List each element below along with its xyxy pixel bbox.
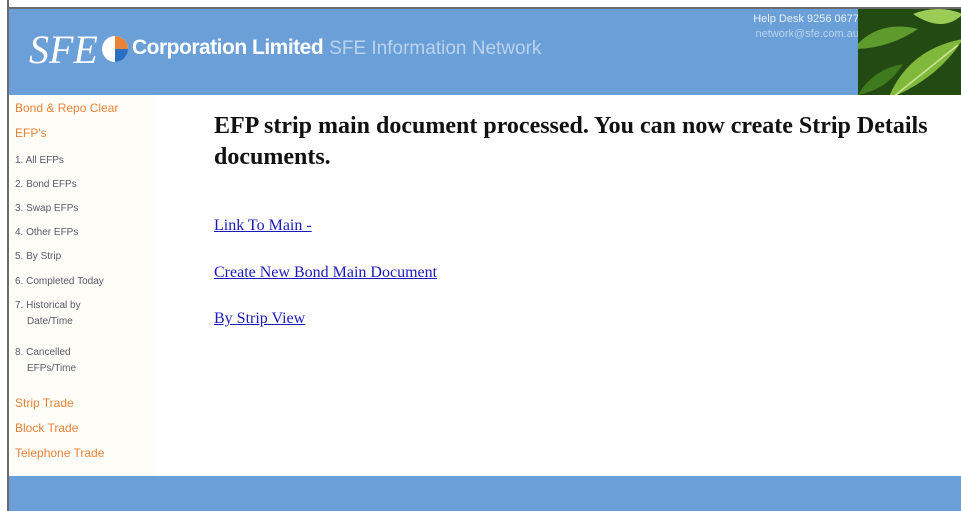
site-header: SFE Corporation Limited SFE Information N… [9,9,961,95]
nav-other-efps[interactable]: 4. Other EFPs [15,225,78,241]
nav-by-strip[interactable]: 5. By Strip [15,249,61,265]
footer-bar [9,476,961,511]
nav-cancelled-line1: 8. Cancelled [15,347,71,358]
brand-mark: SFE [29,27,98,72]
nav-efps[interactable]: EFP's [15,126,47,140]
sfe-logo: SFE [27,23,133,73]
frame-left [0,0,9,511]
helpdesk-phone: Help Desk 9256 0677 [753,13,859,25]
sidebar-nav: Bond & Repo Clear EFP's 1. All EFPs 2. B… [9,95,154,475]
nav-telephone-trade[interactable]: Telephone Trade [15,446,104,460]
nav-block-trade[interactable]: Block Trade [15,421,78,435]
nav-historical[interactable]: 7. Historical by Date/Time [15,298,81,330]
helpdesk-email[interactable]: network@sfe.com.au [709,27,860,42]
nav-all-efps[interactable]: 1. All EFPs [15,153,64,169]
nav-bond-efps[interactable]: 2. Bond EFPs [15,177,77,193]
main-content: EFP strip main document processed. You c… [154,95,961,475]
link-to-main[interactable]: Link To Main - [214,217,312,235]
nav-cancelled[interactable]: 8. Cancelled EFPs/Time [15,345,76,377]
nav-completed-today[interactable]: 6. Completed Today [15,274,104,290]
leaf-photo [858,9,961,95]
company-name: Corporation Limited [132,36,324,59]
create-new-bond-link[interactable]: Create New Bond Main Document [214,264,437,282]
browser-frame: SFE Corporation Limited SFE Information N… [0,0,961,511]
nav-historical-line1: 7. Historical by [15,300,81,311]
helpdesk-info: Help Desk 9256 0677 network@sfe.com.au [709,12,859,42]
site-title: Corporation Limited SFE Information Netwo… [132,36,541,60]
nav-strip-trade[interactable]: Strip Trade [15,396,74,410]
nav-bond-repo-clear[interactable]: Bond & Repo Clear [15,101,118,115]
nav-historical-line2: Date/Time [27,316,73,327]
nav-swap-efps[interactable]: 3. Swap EFPs [15,201,78,217]
by-strip-view-link[interactable]: By Strip View [214,310,305,328]
nav-cancelled-line2: EFPs/Time [27,363,77,374]
status-headline: EFP strip main document processed. You c… [214,113,928,170]
network-name: SFE Information Network [329,38,542,59]
